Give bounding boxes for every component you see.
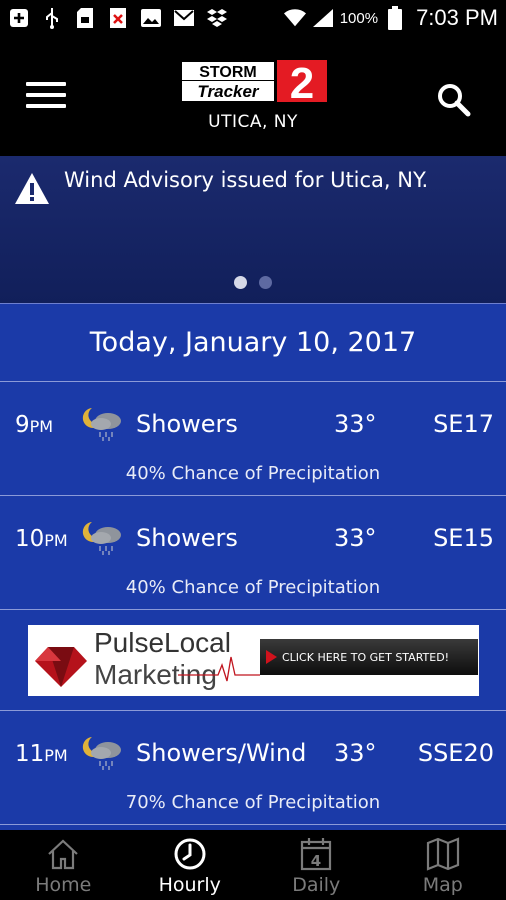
menu-button[interactable] bbox=[26, 82, 66, 112]
battery-percent: 100% bbox=[339, 9, 379, 27]
pulselocal-logo-icon bbox=[35, 647, 87, 687]
nav-home-label: Home bbox=[35, 874, 92, 896]
nav-hourly-label: Hourly bbox=[158, 874, 221, 896]
svg-text:STORM: STORM bbox=[199, 64, 256, 81]
ad-banner[interactable]: PulseLocal Marketing CLICK HERE TO GET S… bbox=[28, 625, 479, 696]
wind-speed: SE17 bbox=[433, 410, 494, 438]
wind-speed: SE15 bbox=[433, 524, 494, 552]
signal-icon bbox=[312, 7, 334, 29]
ad-row: PulseLocal Marketing CLICK HERE TO GET S… bbox=[0, 610, 506, 711]
bottom-navigation: Home Hourly 4 Daily Map bbox=[0, 830, 506, 900]
precip-chance: 40% Chance of Precipitation bbox=[125, 577, 381, 598]
status-bar: 100% 7:03 PM bbox=[0, 0, 506, 36]
menu-line bbox=[26, 93, 66, 97]
nav-map[interactable]: Map bbox=[380, 830, 506, 900]
app-header: STORM Tracker 2 UTICA, NY bbox=[0, 36, 506, 156]
clock-icon bbox=[174, 838, 206, 870]
carousel-pagination bbox=[0, 276, 506, 289]
night-showers-icon bbox=[82, 408, 121, 441]
add-box-icon bbox=[8, 7, 30, 29]
alert-message[interactable]: Wind Advisory issued for Utica, NY. bbox=[64, 168, 428, 192]
hour-row[interactable]: 9PM Showers 33° SE17 40% Chance of Preci… bbox=[0, 382, 506, 496]
nav-daily-label: Daily bbox=[292, 874, 341, 896]
ad-cta-button[interactable]: CLICK HERE TO GET STARTED! bbox=[260, 639, 478, 675]
svg-text:4: 4 bbox=[311, 852, 321, 870]
condition-label: Showers bbox=[136, 524, 238, 552]
gmail-icon bbox=[173, 7, 195, 29]
hourly-forecast-list[interactable]: Today, January 10, 2017 9PM Showers 33° … bbox=[0, 303, 506, 830]
alert-carousel[interactable]: Wind Advisory issued for Utica, NY. bbox=[0, 156, 506, 303]
date-header: Today, January 10, 2017 bbox=[0, 303, 506, 382]
location-label: UTICA, NY bbox=[208, 112, 298, 132]
temperature: 33° bbox=[334, 739, 377, 767]
hour-time: 10PM bbox=[15, 526, 68, 552]
condition-label: Showers bbox=[136, 410, 238, 438]
clock-time: 7:03 PM bbox=[416, 5, 498, 30]
carousel-dot[interactable] bbox=[259, 276, 272, 289]
night-showers-icon bbox=[82, 522, 121, 555]
wind-speed: SSE20 bbox=[417, 739, 494, 767]
condition-label: Showers/Wind bbox=[136, 739, 307, 767]
menu-line bbox=[26, 104, 66, 108]
dropbox-icon bbox=[206, 7, 228, 29]
svg-text:2: 2 bbox=[290, 59, 314, 106]
precip-chance: 40% Chance of Precipitation bbox=[125, 463, 381, 484]
search-icon[interactable] bbox=[434, 80, 474, 120]
nav-map-label: Map bbox=[422, 874, 463, 896]
nav-hourly[interactable]: Hourly bbox=[127, 830, 254, 900]
menu-line bbox=[26, 82, 66, 86]
pulse-line-icon bbox=[178, 656, 260, 682]
hour-time: 11PM bbox=[15, 741, 68, 767]
precip-chance: 70% Chance of Precipitation bbox=[125, 792, 381, 813]
warning-icon bbox=[15, 173, 49, 204]
image-icon bbox=[140, 7, 162, 29]
svg-text:Tracker: Tracker bbox=[197, 82, 260, 101]
night-showers-icon bbox=[82, 737, 121, 770]
hour-time: 9PM bbox=[15, 412, 54, 438]
home-icon bbox=[48, 839, 78, 870]
hour-row[interactable]: 10PM Showers 33° SE15 40% Chance of Prec… bbox=[0, 496, 506, 610]
nav-home[interactable]: Home bbox=[0, 830, 127, 900]
temperature: 33° bbox=[334, 524, 377, 552]
nav-daily[interactable]: 4 Daily bbox=[253, 830, 380, 900]
map-icon bbox=[426, 837, 459, 871]
sd-card-icon bbox=[74, 7, 96, 29]
calendar-icon: 4 bbox=[301, 838, 332, 871]
carousel-dot[interactable] bbox=[234, 276, 247, 289]
battery-icon bbox=[384, 6, 406, 30]
usb-icon bbox=[41, 7, 63, 29]
blocked-icon bbox=[107, 7, 129, 29]
temperature: 33° bbox=[334, 410, 377, 438]
stormtracker-logo: STORM Tracker 2 bbox=[182, 59, 327, 106]
wifi-icon bbox=[283, 7, 306, 29]
hour-row[interactable]: 11PM Showers/Wind 33° SSE20 70% Chance o… bbox=[0, 711, 506, 825]
